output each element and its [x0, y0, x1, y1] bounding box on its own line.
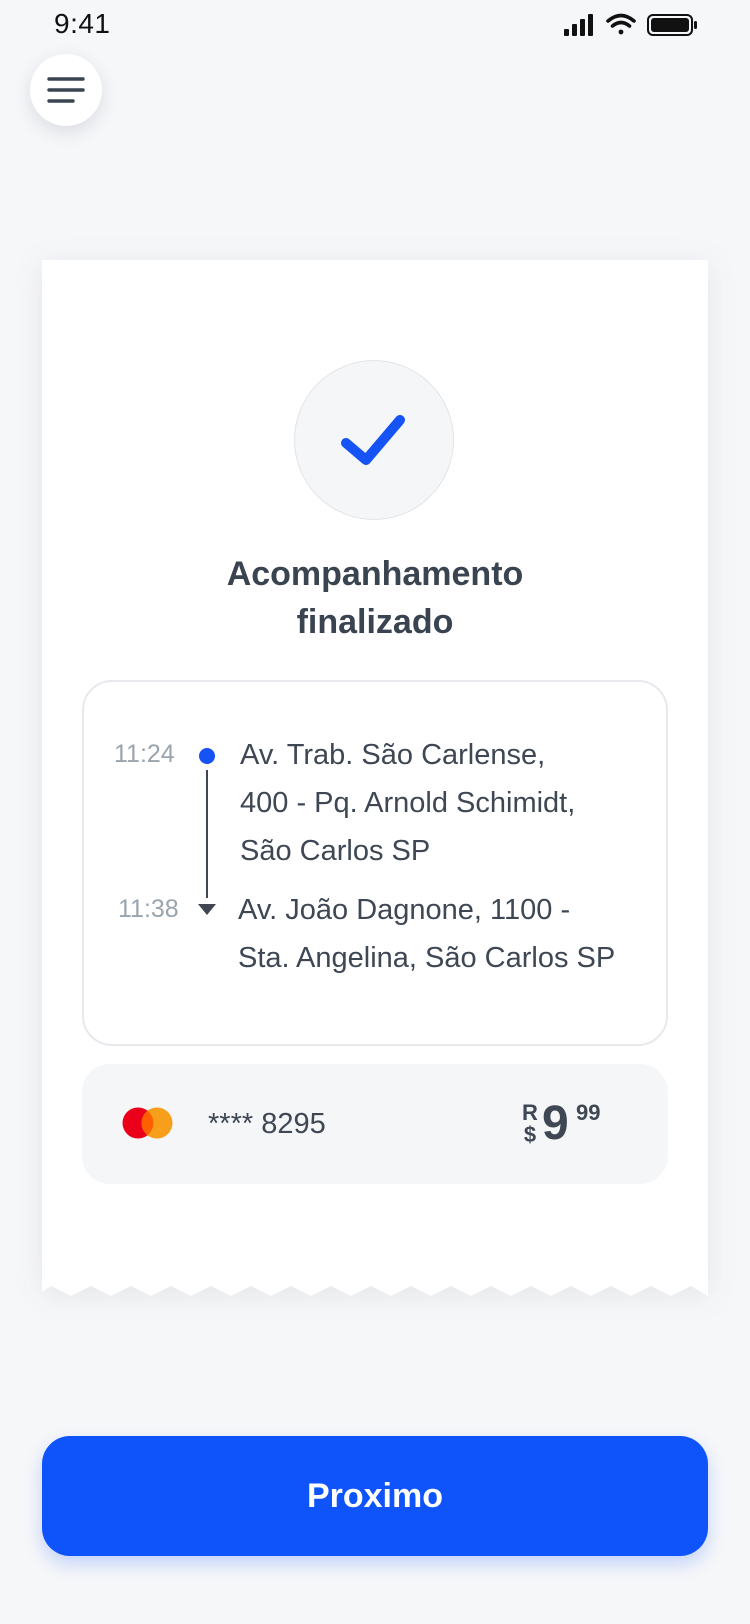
destination-marker — [198, 904, 216, 915]
origin-address: Av. Trab. São Carlense, 400 - Pq. Arnold… — [240, 731, 575, 875]
page-title: Acompanhamento finalizado — [42, 550, 708, 646]
destination-address-line: Av. João Dagnone, 1100 - — [238, 894, 571, 926]
mastercard-logo — [122, 1107, 173, 1139]
status-bar: 9:41 — [0, 0, 750, 50]
payment-summary: **** 8295 R $ 9 99 — [82, 1064, 668, 1184]
destination-address-line: Sta. Angelina, São Carlos SP — [238, 942, 616, 974]
origin-address-line: São Carlos SP — [240, 835, 431, 867]
check-icon — [341, 415, 405, 465]
wifi-icon — [606, 13, 636, 35]
price: R $ 9 99 — [520, 1096, 630, 1156]
receipt-body: Acompanhamento finalizado 11:24 Av. Trab… — [42, 260, 708, 1284]
success-badge — [294, 360, 454, 520]
origin-address-line: 400 - Pq. Arnold Schimidt, — [240, 787, 576, 819]
currency-symbol-top: R — [522, 1100, 538, 1125]
route-line — [206, 770, 208, 898]
title-line-1: Acompanhamento — [226, 555, 524, 593]
title-line-2: finalizado — [296, 603, 454, 641]
price-integer: 9 — [542, 1097, 569, 1150]
origin-time: 11:24 — [114, 740, 175, 768]
receipt-torn-edge — [42, 1280, 708, 1296]
status-icons — [564, 13, 697, 36]
battery-icon — [647, 14, 697, 36]
status-time: 9:41 — [54, 8, 111, 39]
menu-button[interactable] — [30, 54, 102, 126]
price-decimal: 99 — [576, 1100, 601, 1125]
card-number: **** 8295 — [208, 1108, 326, 1140]
price-currency: R $ — [520, 1102, 540, 1146]
cellular-signal-icon — [564, 14, 593, 36]
hamburger-menu-icon — [47, 77, 85, 103]
destination-time: 11:38 — [118, 895, 179, 923]
origin-address-line: Av. Trab. São Carlense, — [240, 739, 546, 771]
route-summary-card: 11:24 Av. Trab. São Carlense, 400 - Pq. … — [82, 680, 668, 1046]
destination-address: Av. João Dagnone, 1100 - Sta. Angelina, … — [238, 886, 615, 982]
currency-symbol-bottom: $ — [523, 1122, 537, 1147]
origin-marker — [199, 748, 215, 764]
receipt-card: Acompanhamento finalizado 11:24 Av. Trab… — [42, 260, 708, 1296]
next-button[interactable]: Proximo — [42, 1436, 708, 1556]
